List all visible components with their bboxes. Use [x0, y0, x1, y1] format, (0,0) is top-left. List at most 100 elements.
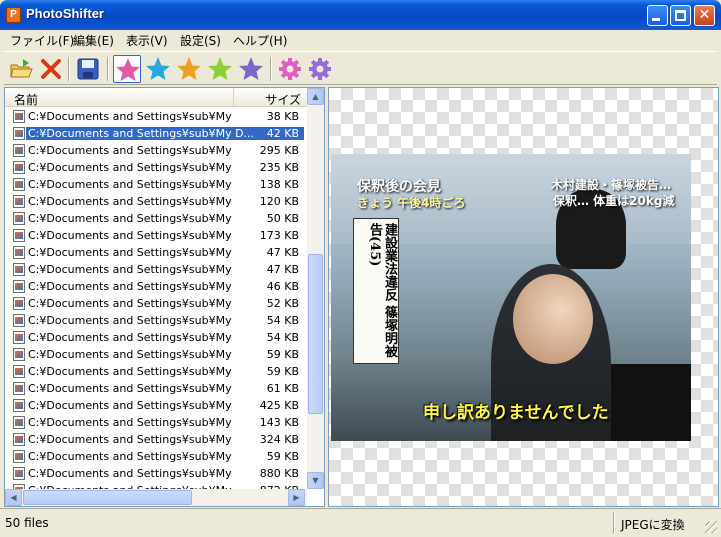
- column-header-size[interactable]: サイズ: [235, 88, 307, 107]
- delete-button[interactable]: [37, 55, 65, 83]
- jpeg-file-icon: [13, 127, 25, 140]
- file-path: C:¥Documents and Settings¥sub¥My D...: [28, 280, 235, 293]
- file-row[interactable]: C:¥Documents and Settings¥sub¥My D... 143…: [5, 414, 307, 431]
- file-row[interactable]: C:¥Documents and Settings¥sub¥My D... 59 …: [5, 363, 307, 380]
- jpeg-file-icon: [13, 382, 25, 395]
- file-path: C:¥Documents and Settings¥sub¥My D...: [28, 467, 235, 480]
- rating-pink-button[interactable]: [113, 55, 141, 83]
- column-header-name[interactable]: 名前: [5, 88, 234, 107]
- jpeg-file-icon: [13, 399, 25, 412]
- title-bar[interactable]: P PhotoShifter ✕: [0, 0, 721, 30]
- jpeg-file-icon: [13, 365, 25, 378]
- file-row[interactable]: C:¥Documents and Settings¥sub¥My D... 47 …: [5, 244, 307, 261]
- file-row[interactable]: C:¥Documents and Settings¥sub¥My D... 59 …: [5, 448, 307, 465]
- file-size: 425 KB: [259, 399, 299, 412]
- file-path: C:¥Documents and Settings¥sub¥My D...: [28, 195, 235, 208]
- file-size: 880 KB: [259, 467, 299, 480]
- minimize-button[interactable]: [647, 5, 668, 26]
- rating-purple-button[interactable]: [237, 55, 265, 83]
- close-icon: ✕: [698, 7, 711, 23]
- file-size: 47 KB: [266, 246, 299, 259]
- star-green-icon: [208, 57, 232, 80]
- jpeg-file-icon: [13, 246, 25, 259]
- scroll-down-button[interactable]: ▼: [307, 472, 324, 489]
- delete-x-icon: [41, 59, 61, 79]
- toolbar: [4, 51, 717, 85]
- file-size: 38 KB: [266, 110, 299, 123]
- file-row[interactable]: C:¥Documents and Settings¥sub¥My D... 46 …: [5, 278, 307, 295]
- file-row[interactable]: C:¥Documents and Settings¥sub¥My D... 59 …: [5, 346, 307, 363]
- file-row[interactable]: C:¥Documents and Settings¥sub¥My D... 324…: [5, 431, 307, 448]
- file-size: 52 KB: [266, 297, 299, 310]
- jpeg-file-icon: [13, 110, 25, 123]
- file-row[interactable]: C:¥Documents and Settings¥sub¥My D... 42 …: [5, 125, 307, 142]
- preview-photo: 保釈後の会見 きょう 午後4時ごろ 木村建設・篠塚被告… 保釈… 体重は20kg…: [331, 154, 691, 441]
- file-path: C:¥Documents and Settings¥sub¥My D...: [28, 178, 235, 191]
- hscroll-thumb[interactable]: [23, 490, 192, 505]
- jpeg-file-icon: [13, 144, 25, 157]
- open-button[interactable]: [7, 55, 35, 83]
- jpeg-file-icon: [13, 195, 25, 208]
- image-preview-pane[interactable]: 保釈後の会見 きょう 午後4時ごろ 木村建設・篠塚被告… 保釈… 体重は20kg…: [328, 87, 719, 507]
- file-row[interactable]: C:¥Documents and Settings¥sub¥My D... 54 …: [5, 329, 307, 346]
- jpeg-file-icon: [13, 348, 25, 361]
- file-row[interactable]: C:¥Documents and Settings¥sub¥My D... 120…: [5, 193, 307, 210]
- file-row[interactable]: C:¥Documents and Settings¥sub¥My D... 880…: [5, 465, 307, 482]
- file-path: C:¥Documents and Settings¥sub¥My D...: [28, 263, 235, 276]
- star-purple-icon: [239, 57, 263, 80]
- scroll-thumb[interactable]: [308, 254, 323, 414]
- file-path: C:¥Documents and Settings¥sub¥My D...: [28, 229, 235, 242]
- file-size: 295 KB: [259, 144, 299, 157]
- file-size: 120 KB: [259, 195, 299, 208]
- jpeg-file-icon: [13, 416, 25, 429]
- rating-orange-button[interactable]: [175, 55, 203, 83]
- menu-settings[interactable]: 設定(S): [180, 32, 221, 49]
- maximize-button[interactable]: [670, 5, 691, 26]
- save-button[interactable]: [74, 55, 102, 83]
- scroll-up-button[interactable]: ▲: [307, 88, 324, 105]
- file-path: C:¥Documents and Settings¥sub¥My D...: [28, 348, 235, 361]
- file-row[interactable]: C:¥Documents and Settings¥sub¥My D... 235…: [5, 159, 307, 176]
- file-row[interactable]: C:¥Documents and Settings¥sub¥My D... 425…: [5, 397, 307, 414]
- photo-caption-top-right-sub: 保釈… 体重は20kg減: [553, 194, 675, 208]
- app-icon: P: [6, 7, 21, 23]
- menu-view[interactable]: 表示(V): [126, 32, 168, 49]
- file-list[interactable]: 名前 サイズ C:¥Documents and Settings¥sub¥My …: [4, 87, 325, 507]
- vertical-scrollbar[interactable]: ▲ ▼: [307, 88, 324, 489]
- file-size: 54 KB: [266, 331, 299, 344]
- file-path: C:¥Documents and Settings¥sub¥My D...: [28, 144, 235, 157]
- settings-pink-button[interactable]: [276, 55, 304, 83]
- horizontal-scrollbar[interactable]: ◀ ▶: [5, 489, 307, 506]
- file-row[interactable]: C:¥Documents and Settings¥sub¥My D... 295…: [5, 142, 307, 159]
- file-size: 59 KB: [266, 348, 299, 361]
- file-row[interactable]: C:¥Documents and Settings¥sub¥My D... 61 …: [5, 380, 307, 397]
- rating-blue-button[interactable]: [144, 55, 172, 83]
- file-size: 42 KB: [266, 127, 299, 140]
- rating-green-button[interactable]: [206, 55, 234, 83]
- jpeg-file-icon: [13, 212, 25, 225]
- file-row[interactable]: C:¥Documents and Settings¥sub¥My D... 52 …: [5, 295, 307, 312]
- menu-file[interactable]: ファイル(F): [10, 32, 74, 49]
- close-button[interactable]: ✕: [694, 5, 715, 26]
- settings-purple-button[interactable]: [306, 55, 334, 83]
- file-row[interactable]: C:¥Documents and Settings¥sub¥My D... 50 …: [5, 210, 307, 227]
- file-size: 59 KB: [266, 450, 299, 463]
- file-row[interactable]: C:¥Documents and Settings¥sub¥My D... 138…: [5, 176, 307, 193]
- file-row[interactable]: C:¥Documents and Settings¥sub¥My D... 173…: [5, 227, 307, 244]
- menu-edit[interactable]: 編集(E): [73, 32, 114, 49]
- file-size: 324 KB: [259, 433, 299, 446]
- scroll-left-button[interactable]: ◀: [5, 489, 22, 506]
- menu-help[interactable]: ヘルプ(H): [233, 32, 287, 49]
- nameplate-text: 建設業法違反 篠塚明被告(45): [367, 223, 397, 358]
- resize-grip[interactable]: [705, 521, 717, 533]
- file-row[interactable]: C:¥Documents and Settings¥sub¥My D... 47 …: [5, 261, 307, 278]
- file-row[interactable]: C:¥Documents and Settings¥sub¥My D... 54 …: [5, 312, 307, 329]
- jpeg-file-icon: [13, 280, 25, 293]
- photo-nameplate: 建設業法違反 篠塚明被告(45): [353, 218, 399, 364]
- scroll-right-button[interactable]: ▶: [288, 489, 305, 506]
- list-header: 名前 サイズ: [5, 88, 307, 107]
- jpeg-file-icon: [13, 433, 25, 446]
- file-size: 138 KB: [259, 178, 299, 191]
- file-row[interactable]: C:¥Documents and Settings¥sub¥My D... 38 …: [5, 108, 307, 125]
- window-title: PhotoShifter: [26, 6, 104, 21]
